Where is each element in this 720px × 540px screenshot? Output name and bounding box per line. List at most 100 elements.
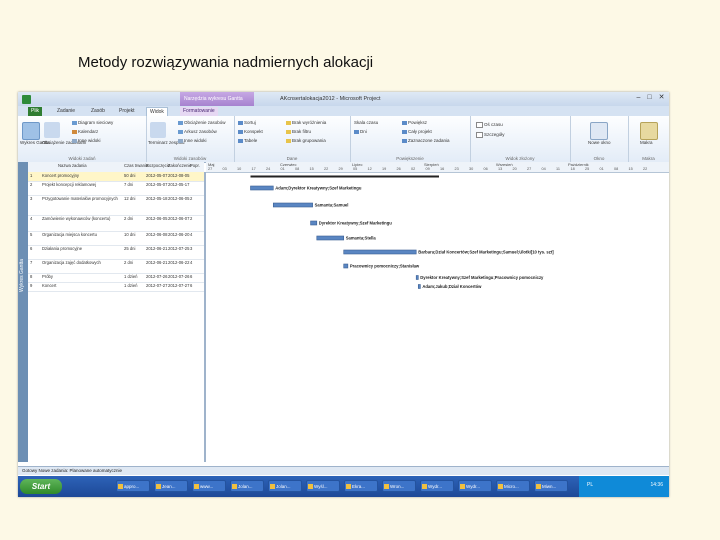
cell-duration[interactable]: 10 dni (124, 232, 144, 237)
timeline-checkbox[interactable]: Oś czasu (476, 122, 503, 128)
cell-id[interactable]: 1 (30, 173, 40, 178)
cell-name[interactable]: Koncert (42, 283, 122, 288)
taskbar-window-button[interactable]: Micro... (496, 480, 530, 492)
cell-start[interactable]: 2012-06-08 (146, 232, 168, 237)
calendar-button[interactable]: Kalendarz (72, 129, 98, 134)
task-usage-icon[interactable] (44, 122, 60, 138)
tab-task[interactable]: Zadanie (54, 107, 78, 116)
tab-file[interactable]: Plik (28, 107, 43, 116)
cell-id[interactable]: 7 (30, 260, 40, 265)
tab-resource[interactable]: Zasób (88, 107, 108, 116)
cell-name[interactable]: Projekt koncepcji reklamowej (42, 182, 122, 187)
new-window-icon[interactable] (590, 122, 608, 140)
cell-start[interactable]: 2012-06-21 (146, 246, 168, 251)
cell-pred[interactable]: 6 (190, 274, 204, 279)
days-dropdown[interactable]: Dni (354, 129, 367, 134)
taskbar-window-button[interactable]: Miwn... (534, 480, 568, 492)
cell-finish[interactable]: 2012-07-25 (168, 246, 190, 251)
taskbar-window-button[interactable]: Wydr... (420, 480, 454, 492)
cell-start[interactable]: 2012-07-26 (146, 274, 168, 279)
resource-sheet-button[interactable]: Arkusz zasobów (178, 129, 217, 134)
cell-duration[interactable]: 25 dni (124, 246, 144, 251)
cell-id[interactable]: 9 (30, 283, 40, 288)
cell-pred[interactable]: 4 (190, 232, 204, 237)
cell-duration[interactable]: 2 dni (124, 260, 144, 265)
tab-format[interactable]: Formatowanie (180, 107, 218, 116)
cell-pred[interactable]: 3 (190, 246, 204, 251)
gantt-chart-icon[interactable] (22, 122, 40, 140)
cell-name[interactable]: Koncert promocyjny (42, 173, 122, 178)
tables-button[interactable]: Tabele (238, 138, 257, 143)
details-checkbox[interactable]: Szczegóły (476, 132, 505, 138)
table-row[interactable]: 2 Projekt koncepcji reklamowej 7 dni 2012-0… (28, 181, 204, 196)
cell-start[interactable]: 2012-05-18 (146, 196, 168, 201)
cell-finish[interactable]: 2012-06-07 (168, 216, 190, 221)
table-row[interactable]: 3 Przygotowanie materiałów promocyjnych 12… (28, 195, 204, 216)
cell-id[interactable]: 5 (30, 232, 40, 237)
cell-start[interactable]: 2012-07-27 (146, 283, 168, 288)
cell-name[interactable]: Działania promocyjne (42, 246, 122, 251)
cell-duration[interactable]: 50 dni (124, 173, 144, 178)
network-diagram-button[interactable]: Diagram sieciowy (72, 120, 113, 125)
clock[interactable]: 14:36 (650, 482, 663, 488)
start-button[interactable]: Start (20, 479, 62, 494)
maximize-button[interactable]: □ (645, 94, 654, 102)
cell-start[interactable]: 2012-06-21 (146, 260, 168, 265)
task-bar[interactable] (415, 275, 419, 280)
cell-id[interactable]: 2 (30, 182, 40, 187)
taskbar-window-button[interactable]: Ekra... (344, 480, 378, 492)
summary-bar[interactable] (250, 175, 440, 178)
cell-id[interactable]: 8 (30, 274, 40, 279)
header-predecessors[interactable]: Popr. (190, 163, 200, 168)
timescale-dropdown[interactable]: Skala czasu (354, 120, 378, 125)
cell-duration[interactable]: 12 dni (124, 196, 144, 201)
cell-id[interactable]: 3 (30, 196, 40, 201)
team-planner-icon[interactable] (150, 122, 166, 138)
cell-duration[interactable]: 1 dzień (124, 283, 144, 288)
entire-project-button[interactable]: Cały projekt (402, 129, 432, 134)
cell-start[interactable]: 2012-06-05 (146, 216, 168, 221)
header-start[interactable]: Rozpoczęcie (146, 163, 170, 168)
cell-finish[interactable]: 2012-06-20 (168, 232, 190, 237)
cell-name[interactable]: Organizacja miejsca koncertu (42, 232, 122, 237)
other-views-button[interactable]: Inne widoki (72, 138, 101, 143)
cell-finish[interactable]: 2012-06-22 (168, 260, 190, 265)
cell-pred[interactable]: 4 (190, 260, 204, 265)
cell-finish[interactable]: 2012-05-17 (168, 182, 190, 187)
cell-name[interactable]: Organizacja zajęć dodatkowych (42, 260, 122, 265)
other-views-button[interactable]: Inne widoki (178, 138, 207, 143)
cell-id[interactable]: 6 (30, 246, 40, 251)
cell-duration[interactable]: 2 dni (124, 216, 144, 221)
table-row[interactable]: 4 Zamówienie wykonawców (koncertu) 2 dni 20… (28, 215, 204, 232)
macros-icon[interactable] (640, 122, 658, 140)
highlight-dropdown[interactable]: Brak wyróżnienia (286, 120, 326, 125)
task-bar[interactable] (343, 263, 349, 269)
filter-dropdown[interactable]: Brak filtru (286, 129, 311, 134)
resource-usage-button[interactable]: Obciążenie zasobów (178, 120, 226, 125)
table-row[interactable]: 9 Koncert 1 dzień 2012-07-27 2012-07-27 6 (28, 282, 204, 292)
task-bar[interactable] (343, 249, 417, 255)
selected-tasks-button[interactable]: Zaznaczone zadania (402, 138, 450, 143)
task-bar[interactable] (316, 235, 345, 241)
cell-pred[interactable]: 2 (190, 216, 204, 221)
task-bar[interactable] (417, 284, 421, 289)
cell-name[interactable]: Przygotowanie materiałów promocyjnych (42, 196, 122, 201)
taskbar-window-button[interactable]: Wron... (382, 480, 416, 492)
cell-duration[interactable]: 1 dzień (124, 274, 144, 279)
taskbar-window-button[interactable]: Jean... (154, 480, 188, 492)
sort-button[interactable]: Sortuj (238, 120, 256, 125)
table-row[interactable]: 5 Organizacja miejsca koncertu 10 dni 2012-… (28, 231, 204, 246)
cell-finish[interactable]: 2012-06-05 (168, 196, 190, 201)
cell-finish[interactable]: 2012-07-27 (168, 283, 190, 288)
cell-finish[interactable]: 2012-08-05 (168, 173, 190, 178)
taskbar-window-button[interactable]: Jolan... (268, 480, 302, 492)
cell-finish[interactable]: 2012-07-26 (168, 274, 190, 279)
zoom-button[interactable]: Powiększ (402, 120, 427, 125)
macros-button[interactable]: Makra (640, 140, 653, 145)
task-bar[interactable] (272, 202, 313, 208)
cell-name[interactable]: Próby (42, 274, 122, 279)
taskbar-window-button[interactable]: www... (192, 480, 226, 492)
header-duration[interactable]: Czas trwania (124, 163, 148, 168)
taskbar-window-button[interactable]: appro... (116, 480, 150, 492)
cell-duration[interactable]: 7 dni (124, 182, 144, 187)
